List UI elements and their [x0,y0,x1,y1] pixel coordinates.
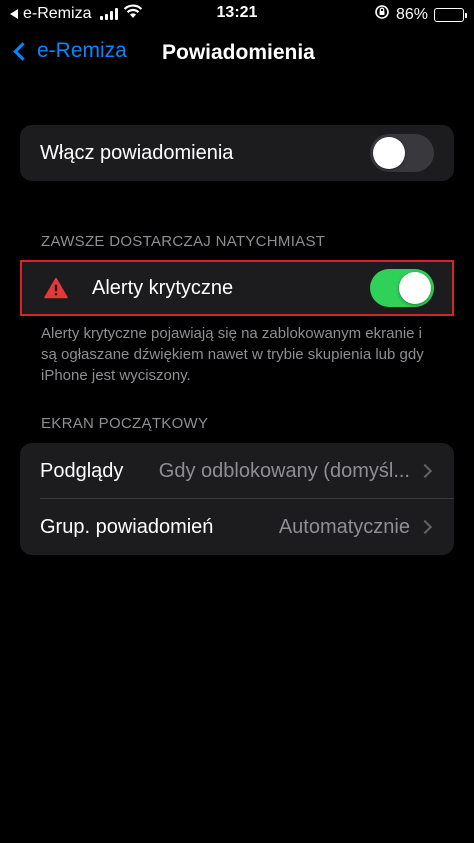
critical-alerts-description: Alerty krytyczne pojawiają się na zablok… [41,325,424,384]
battery-percent: 86% [395,5,428,23]
section-header-always-deliver: ZAWSZE DOSTARCZAJ NATYCHMIAST [41,233,326,250]
critical-alerts-row-highlight: Alerty krytyczne [20,260,454,316]
notification-grouping-value: Automatycznie [278,515,410,538]
enable-notifications-label: Włącz powiadomienia [40,141,234,164]
chevron-right-icon [417,519,433,535]
critical-alerts-row: Alerty krytyczne [22,262,452,314]
status-bar: e-Remiza 13:21 86% [0,0,474,28]
notification-grouping-label: Grup. powiadomień [40,515,214,538]
toggle-knob [399,272,431,304]
home-screen-group: Podglądy Gdy odblokowany (domyśl... Grup… [20,443,454,555]
warning-triangle-icon [44,277,68,299]
critical-alerts-label: Alerty krytyczne [92,276,234,299]
back-button[interactable]: e-Remiza [10,39,127,63]
orientation-lock-icon [374,4,390,25]
enable-notifications-toggle[interactable] [370,134,434,172]
battery-icon [434,7,467,22]
critical-alerts-toggle[interactable] [370,269,434,307]
enable-notifications-group: Włącz powiadomienia [20,125,454,181]
previews-row[interactable]: Podglądy Gdy odblokowany (domyśl... [20,443,454,499]
enable-notifications-row: Włącz powiadomienia [20,125,454,181]
chevron-left-icon [13,41,32,61]
notification-grouping-row[interactable]: Grup. powiadomień Automatycznie [20,499,454,555]
status-bar-right: 86% [374,4,467,25]
previews-value: Gdy odblokowany (domyśl... [158,459,410,482]
page-title: Powiadomienia [162,41,315,64]
section-header-home-screen: EKRAN POCZĄTKOWY [41,415,209,432]
back-button-label: e-Remiza [37,39,127,62]
previews-label: Podglądy [40,459,124,482]
chevron-right-icon [417,463,433,479]
toggle-knob [373,137,405,169]
navigation-bar: e-Remiza Powiadomienia [0,30,474,76]
